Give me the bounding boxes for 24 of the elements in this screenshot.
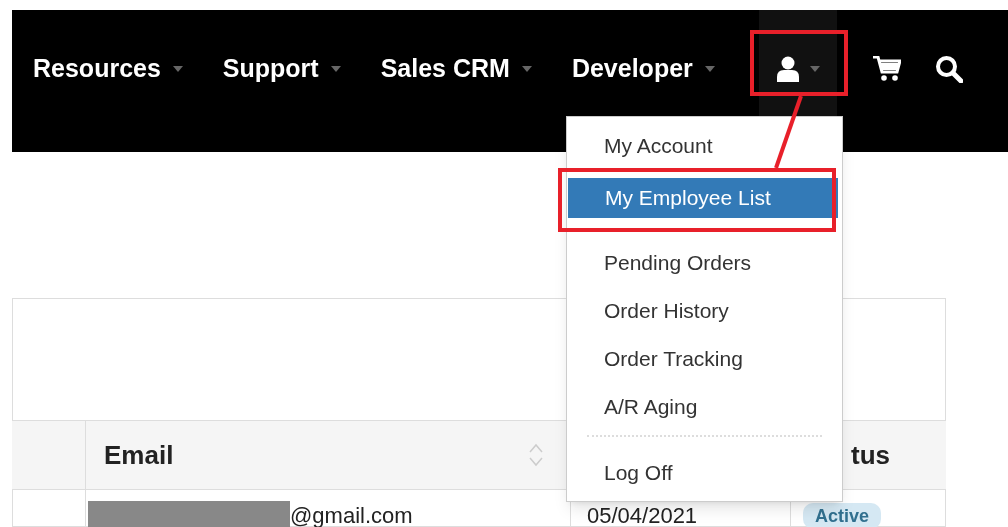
nav-link[interactable]: Developer [571,50,693,88]
menu-item[interactable]: My Account [567,124,842,168]
nav-link[interactable]: Resources [33,50,161,88]
search-icon[interactable] [934,55,963,83]
caret-icon [704,66,715,72]
menu-item[interactable]: Order Tracking [567,335,842,383]
column-header[interactable]: Email [104,435,174,475]
menu-item[interactable]: Log Off [567,449,842,497]
caret-icon [330,66,341,72]
caret-icon [172,66,183,72]
nav-link[interactable]: Support [222,50,319,88]
menu-item[interactable]: A/R Aging [567,383,842,431]
status-badge: Active [803,503,882,527]
date-text: 05/04/2021 [587,503,698,527]
nav-link[interactable]: Sales CRM [380,50,510,88]
menu-item[interactable]: Order History [567,287,842,335]
menu-item[interactable]: My Employee List [568,178,838,218]
cart-icon[interactable] [872,56,901,82]
column-header: tus [851,438,890,472]
caret-icon [809,66,820,72]
user-icon [775,56,800,82]
menu-item[interactable]: Pending Orders [567,239,842,287]
email-text: @gmail.com [290,502,413,527]
caret-icon [521,66,532,72]
